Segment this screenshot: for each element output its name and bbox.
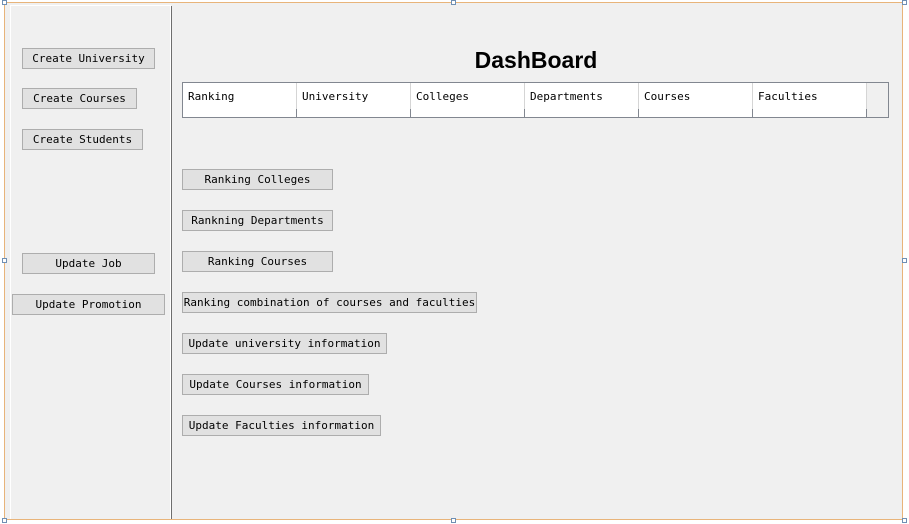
create-students-button[interactable]: Create Students — [22, 129, 143, 150]
resize-handle-bottom[interactable] — [451, 518, 456, 523]
table-cell[interactable] — [297, 109, 411, 117]
column-header-courses[interactable]: Courses — [639, 83, 753, 109]
table-header: Ranking University Colleges Departments … — [183, 83, 867, 109]
ranking-courses-button[interactable]: Ranking Courses — [182, 251, 333, 272]
resize-handle-right[interactable] — [902, 258, 907, 263]
page-title: DashBoard — [474, 47, 598, 73]
column-header-ranking[interactable]: Ranking — [183, 83, 297, 109]
column-header-faculties[interactable]: Faculties — [753, 83, 867, 109]
column-header-departments[interactable]: Departments — [525, 83, 639, 109]
resize-handle-top-left[interactable] — [2, 0, 7, 5]
create-university-button[interactable]: Create University — [22, 48, 155, 69]
panel-divider-shadow — [171, 6, 172, 519]
resize-handle-left[interactable] — [2, 258, 7, 263]
update-job-button[interactable]: Update Job — [22, 253, 155, 274]
resize-handle-bottom-left[interactable] — [2, 518, 7, 523]
update-promotion-button[interactable]: Update Promotion — [12, 294, 165, 315]
ranking-courses-faculties-button[interactable]: Ranking combination of courses and facul… — [182, 292, 477, 313]
table-cell[interactable] — [753, 109, 867, 117]
table-cell[interactable] — [525, 109, 639, 117]
table-cell[interactable] — [411, 109, 525, 117]
table-row[interactable] — [183, 109, 867, 117]
ranking-colleges-button[interactable]: Ranking Colleges — [182, 169, 333, 190]
update-courses-info-button[interactable]: Update Courses information — [182, 374, 369, 395]
resize-handle-top-right[interactable] — [902, 0, 907, 5]
table-cell[interactable] — [183, 109, 297, 117]
column-header-university[interactable]: University — [297, 83, 411, 109]
table-cell[interactable] — [639, 109, 753, 117]
ranking-departments-button[interactable]: Rankning Departments — [182, 210, 333, 231]
create-courses-button[interactable]: Create Courses — [22, 88, 137, 109]
column-header-colleges[interactable]: Colleges — [411, 83, 525, 109]
update-faculties-info-button[interactable]: Update Faculties information — [182, 415, 381, 436]
resize-handle-bottom-right[interactable] — [902, 518, 907, 523]
ranking-table[interactable]: Ranking University Colleges Departments … — [182, 82, 889, 118]
update-university-info-button[interactable]: Update university information — [182, 333, 387, 354]
main-window: Create University Create Courses Create … — [4, 2, 903, 520]
resize-handle-top[interactable] — [451, 0, 456, 5]
